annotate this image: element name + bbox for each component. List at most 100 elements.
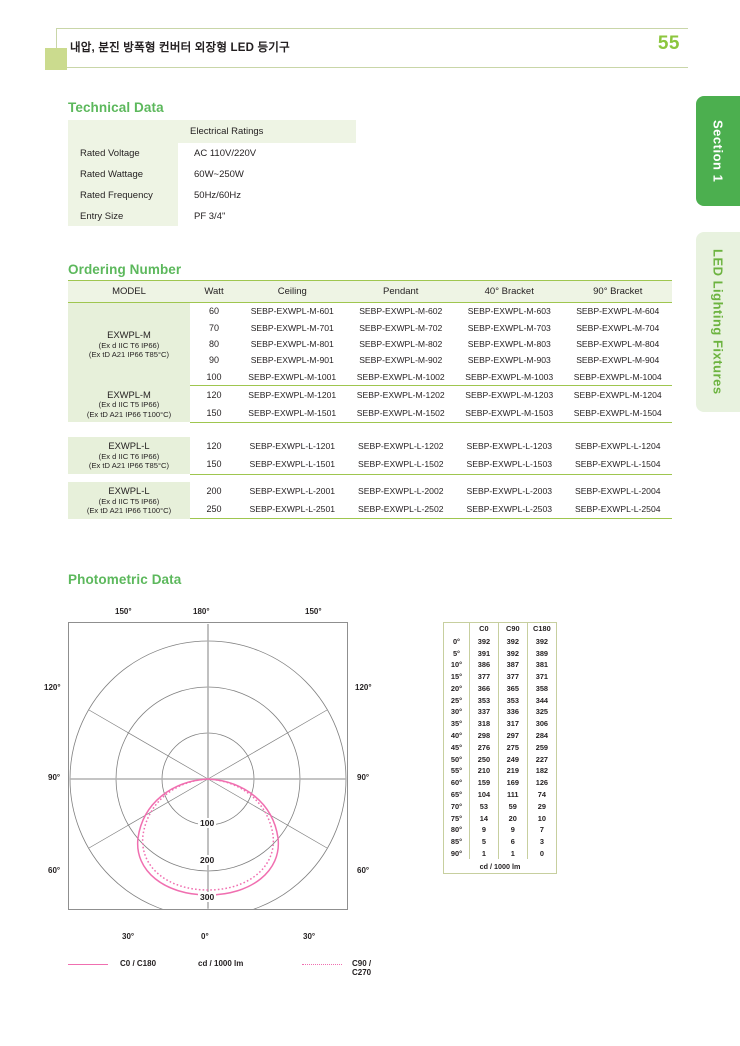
model-sub-2: (Ex tD A21 IP66 T100°C) [86,409,172,419]
photometric-value-c90: 1 [498,847,528,860]
cell-watt: 80 [208,338,219,349]
polar-label-0: 0° [201,932,209,941]
cell-ceiling: SEBP-EXWPL-M-1501 [238,403,347,423]
photometric-angle: 60° [443,776,470,789]
table-row: EXWPL-M (Ex d IIC T6 IP66) (Ex tD A21 IP66… [68,302,672,386]
photometric-value-c0: 104 [469,788,499,801]
cell-ceiling: SEBP-EXWPL-M-701 [250,322,334,333]
page-header: 내압, 분진 방폭형 컨버터 외장형 LED 등기구 55 [45,28,688,70]
table-row: 50° 250 249 227 [443,753,557,765]
column-header-bracket-90: 90° Bracket [563,280,672,303]
photometric-angle: 20° [443,682,470,695]
photometric-angle: 90° [443,847,470,860]
ring-label-300: 300 [198,892,217,902]
column-header-bracket-40: 40° Bracket [455,280,564,303]
photometric-value-c0: 14 [469,812,499,824]
table-footer-row: cd / 1000 lm [444,859,557,874]
technical-value: 50Hz/60Hz [194,190,241,201]
table-row: 30° 337 336 325 [443,706,557,718]
cell-ceiling: SEBP-EXWPL-M-801 [250,338,334,349]
chart-legend: C0 / C180 cd / 1000 lm C90 / C270 [68,955,388,977]
cell-ceiling: SEBP-EXWPL-L-1501 [238,455,347,475]
photometric-value-c90: 387 [498,658,528,671]
technical-value: 60W~250W [194,169,244,180]
side-tab-section[interactable]: Section 1 [696,96,740,206]
technical-label: Rated Wattage [80,169,144,180]
cell-bracket-90: SEBP-EXWPL-M-704 [576,322,660,333]
cell-bracket-40: SEBP-EXWPL-L-1503 [455,455,564,475]
cell-bracket-40: SEBP-EXWPL-L-2003 [466,485,553,496]
table-group-spacer [68,474,672,482]
table-group-spacer [68,422,672,430]
photometric-value-c90: 353 [498,694,528,707]
header-rule-top [56,28,688,29]
table-row: EXWPL-L (Ex d IIC T6 IP66) (Ex tD A21 IP66… [68,436,672,475]
photometric-value-c0: 250 [469,753,499,765]
side-tab-category[interactable]: LED Lighting Fixtures [696,232,740,412]
technical-column-header: Electrical Ratings [184,120,356,143]
column-header-pendant: Pendant [346,280,455,303]
cell-watt: 120 [206,389,222,400]
photometric-value-c90: 297 [498,729,528,742]
table-row: 25° 353 353 344 [443,694,557,707]
photometric-value-c0: 5 [469,835,499,848]
cell-ceiling: SEBP-EXWPL-L-2501 [238,499,347,520]
table-row: 60° 159 169 126 [443,776,557,789]
table-row: 80° 9 9 7 [443,823,557,836]
cell-watt: 150 [190,403,238,423]
ordering-number-table: MODEL Watt Ceiling Pendant 40° Bracket 9… [68,280,672,520]
cell-pendant: SEBP-EXWPL-M-1502 [346,403,455,423]
page-number: 55 [657,33,680,54]
photometric-angle: 50° [443,753,470,765]
polar-label-90-left: 90° [48,773,61,782]
cell-ceiling: SEBP-EXWPL-M-901 [250,355,334,366]
cell-bracket-90: SEBP-EXWPL-L-2004 [575,485,661,496]
polar-label-60-right: 60° [357,866,370,875]
model-sub-2: (Ex tD A21 IP66 T100°C) [86,505,172,515]
table-row: 5° 391 392 389 [443,647,557,659]
model-sub-1: (Ex d IIC T5 IP66) [98,496,160,506]
legend-unit-label: cd / 1000 lm [198,959,244,968]
legend-swatch-c0-c180 [68,964,108,965]
photometric-value-c0: 353 [469,694,499,707]
photometric-value-c90: 392 [498,635,528,648]
legend-label-c90-c270: C90 / C270 [352,959,372,977]
photometric-value-c180: 284 [535,731,549,741]
table-row: 15° 377 377 371 [443,670,557,683]
table-row: Rated Frequency 50Hz/60Hz [68,185,356,206]
table-row: Rated Voltage AC 110V/220V [68,143,356,164]
table-row: 0° 392 392 392 [443,635,557,648]
cell-pendant: SEBP-EXWPL-M-802 [359,338,443,349]
photometric-angle: 70° [443,800,470,813]
cell-bracket-90: SEBP-EXWPL-L-1204 [575,441,661,452]
polar-label-180: 180° [193,607,210,616]
technical-label: Entry Size [80,211,124,222]
table-row: 20° 366 365 358 [443,682,557,695]
cell-ceiling: SEBP-EXWPL-L-2001 [249,485,336,496]
model-sub-1: (Ex d IIC T6 IP66) [98,340,160,350]
photometric-value-c90: 317 [498,717,528,730]
table-header-row: MODEL Watt Ceiling Pendant 40° Bracket 9… [68,280,672,303]
technical-value: PF 3/4" [194,211,226,222]
photometric-angle: 45° [443,741,470,754]
photometric-value-c90: 6 [498,835,528,848]
cell-bracket-90: SEBP-EXWPL-M-1004 [563,368,672,386]
cell-pendant: SEBP-EXWPL-L-2002 [358,485,444,496]
table-row: 75° 14 20 10 [443,812,557,824]
photometric-value-c180: 126 [535,778,549,788]
cell-watt: 120 [206,441,222,452]
photometric-table: C0 C90 C180 0° 392 392 392 5° 391 392 389 10° 386 387… [443,622,557,875]
technical-data-table: Electrical Ratings Rated Voltage AC 110V… [68,120,356,227]
polar-label-120-left: 120° [44,683,61,692]
photometric-angle: 25° [443,694,470,707]
photometric-value-c180: 344 [535,695,549,705]
cell-pendant: SEBP-EXWPL-L-1502 [346,455,455,475]
model-cell: EXWPL-M (Ex d IIC T6 IP66) (Ex tD A21 IP66… [68,302,190,386]
photometric-value-c0: 1 [469,847,499,860]
photometric-value-c0: 366 [469,682,499,695]
cell-bracket-40: SEBP-EXWPL-M-1503 [455,403,564,423]
photometric-angle: 85° [443,835,470,848]
photometric-value-c0: 9 [469,823,499,836]
cell-bracket-40: SEBP-EXWPL-L-1203 [466,441,553,452]
photometric-column-header: C180 [533,624,551,634]
